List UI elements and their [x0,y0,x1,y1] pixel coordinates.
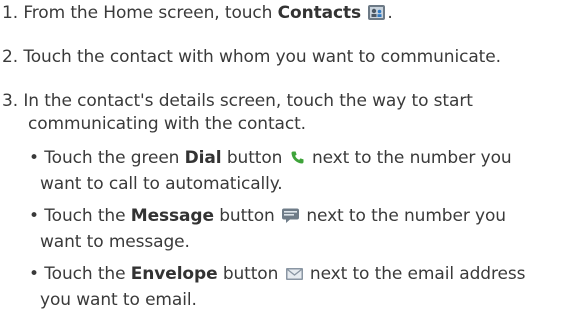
message-icon [281,207,300,231]
bullet-message-line-2: want to message. [40,232,190,252]
step-2-text: Touch the contact with whom you want to … [23,47,501,67]
step-1-text: From the Home screen, touch [23,3,273,23]
step-2-number: 2. [2,47,19,67]
step-3-number: 3. [2,91,19,111]
bullet-dial-line-1: • Touch the green Dial button next to th… [29,147,564,173]
contacts-icon [367,4,386,28]
step-1-number: 1. [2,3,19,23]
bullet-envelope-line-2: you want to email. [40,290,197,310]
step-1-period: . [387,3,393,23]
bullet-message-end: next to the number you [306,206,506,226]
bullet-message-mid: button [219,206,275,226]
bullet-envelope-pre: Touch the [44,264,126,284]
step-3-text-1: In the contact's details screen, touch t… [23,91,473,111]
bullet-dial-pre: Touch the green [44,148,180,168]
bullet-envelope-end: next to the email address [309,264,526,284]
step-2-line: 2. Touch the contact with whom you want … [2,46,564,69]
bullet-dial-line-2: want to call to automatically. [40,174,283,194]
bullet-message: • Touch the Message button next to the n… [29,205,564,254]
bullet-envelope-mid: button [222,264,279,284]
step-3-line-2: communicating with the contact. [28,114,306,134]
envelope-label: Envelope [130,264,218,284]
bullet-envelope: • Touch the Envelope button next to the … [29,263,564,312]
step-3-line-1: 3. In the contact's details screen, touc… [2,90,564,113]
bullet-envelope-line-1: • Touch the Envelope button next to the … [29,263,564,289]
bullet-message-line-1: • Touch the Message button next to the n… [29,205,564,231]
dial-label: Dial [184,148,222,168]
envelope-icon [285,266,304,289]
contacts-label: Contacts [277,3,362,23]
message-label: Message [130,206,214,226]
bullet-marker: • [29,264,39,284]
step-1-line: 1. From the Home screen, touch Contacts … [2,2,564,28]
bullet-message-pre: Touch the [44,206,126,226]
bullet-marker: • [29,206,39,226]
bullet-dial-mid: button [226,148,283,168]
bullet-dial: • Touch the green Dial button next to th… [29,147,564,196]
phone-icon [289,149,306,173]
step-2: 2. Touch the contact with whom you want … [2,46,564,69]
step-3: 3. In the contact's details screen, touc… [2,90,564,136]
bullet-dial-end: next to the number you [311,148,512,168]
bullet-marker: • [29,148,39,168]
step-1: 1. From the Home screen, touch Contacts … [2,2,564,28]
